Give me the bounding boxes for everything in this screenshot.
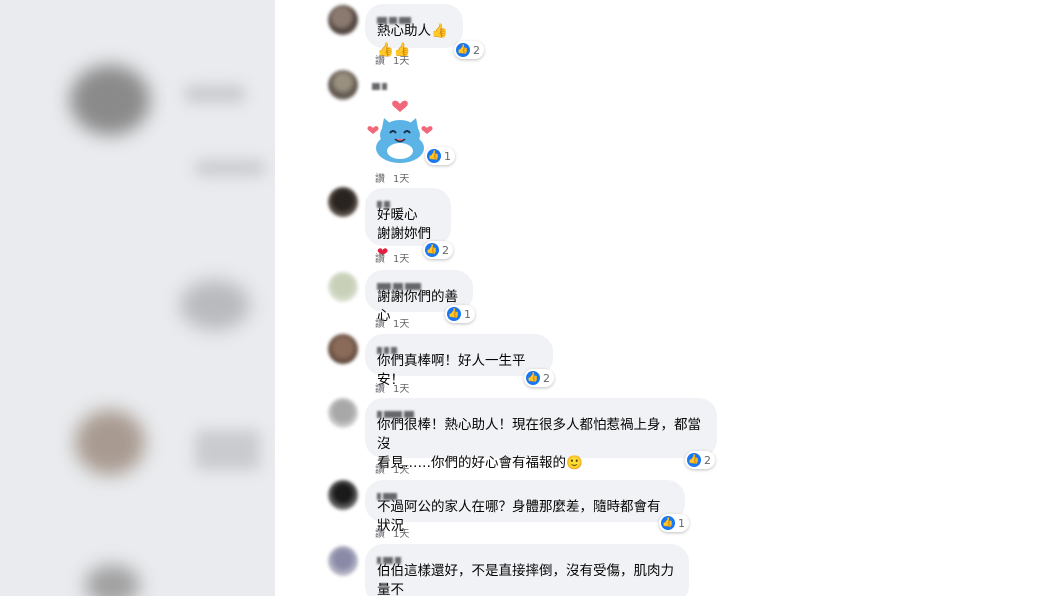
reaction-summary[interactable]: 👍 1 [445,305,475,323]
thumbs-up-icon: 👍 [447,307,461,321]
blurred-text [195,160,265,176]
comment-text: 你們很棒！熱心助人！現在很多人都怕惹禍上身，都當沒 看見……你們的好心會有福報的… [377,416,705,473]
like-link[interactable]: 讚 [375,384,385,395]
commenter-name[interactable] [377,10,451,24]
timestamp[interactable]: 1天 [393,319,409,330]
thumbs-up-icon: 👍 [456,43,470,57]
comment-bubble: 不過阿公的家人在哪？身體那麼差，隨時都會有狀況 [365,480,685,534]
like-link[interactable]: 讚 [375,529,385,540]
avatar[interactable] [328,398,358,428]
like-link[interactable]: 讚 [375,465,385,476]
commenter-name[interactable] [377,340,541,354]
thumbs-up-icon: 👍 [687,453,701,467]
reaction-summary[interactable]: 👍 1 [659,514,689,532]
blurred-text [195,430,260,470]
like-link[interactable]: 讚 [375,254,385,265]
blurred-avatar [75,410,145,475]
like-link[interactable]: 讚 [375,56,385,67]
comment-meta: 讚 1天 [375,380,417,395]
reaction-count: 1 [464,307,471,321]
comment-text: 不過阿公的家人在哪？身體那麼差，隨時都會有狀況 [377,499,661,534]
commenter-name[interactable] [377,486,673,500]
blurred-shape [180,280,250,330]
avatar[interactable] [328,5,358,35]
comment-meta: 讚 1天 [375,52,417,67]
comment-bubble: 你們很棒！熱心助人！現在很多人都怕惹禍上身，都當沒 看見……你們的好心會有福報的… [365,398,717,471]
reaction-count: 2 [704,453,711,467]
reaction-summary[interactable]: 👍 1 [425,147,455,165]
reaction-count: 2 [543,371,550,385]
timestamp[interactable]: 1天 [393,254,409,265]
comment-meta: 讚 1天 [375,170,417,185]
thumbs-up-icon: 👍 [526,371,540,385]
thumbs-up-icon: 👍 [425,243,439,257]
reaction-count: 1 [444,149,451,163]
reaction-count: 1 [678,516,685,530]
reaction-summary[interactable]: 👍 2 [423,241,453,259]
commenter-name[interactable] [372,76,389,90]
reaction-count: 2 [473,43,480,57]
commenter-name[interactable] [377,404,705,418]
blank-background-right [753,0,1060,596]
timestamp[interactable]: 1天 [393,174,409,185]
comment-text-body: 好暖心 謝謝妳們 [377,207,431,242]
avatar[interactable] [328,272,358,302]
comment-meta: 讚 1天 [375,461,417,476]
commenter-name[interactable] [377,276,461,290]
thumbs-up-icon: 👍 [661,516,675,530]
timestamp[interactable]: 1天 [393,56,409,67]
comment-bubble: 伯伯這樣還好，不是直接摔倒，沒有受傷，肌肉力量不 夠，慢慢扶起來沒事的。有熱心的… [365,544,689,596]
avatar[interactable] [328,187,358,217]
reaction-summary[interactable]: 👍 2 [685,451,715,469]
reaction-summary[interactable]: 👍 2 [524,369,554,387]
blurred-avatar [70,65,150,135]
blurred-background-left [0,0,275,596]
comment-bubble: 熱心助人👍👍👍 [365,4,463,58]
comment-feed: 熱心助人👍👍👍 👍 2 讚 1天 👍 1 讚 1天 好暖心 謝謝妳們❤ 👍 2 … [275,0,753,596]
avatar[interactable] [328,334,358,364]
like-link[interactable]: 讚 [375,174,385,185]
thumbs-up-icon: 👍 [427,149,441,163]
comment-bubble: 你們真棒啊！好人一生平安！ [365,334,553,388]
commenter-name[interactable] [377,194,439,208]
smile-emoji: 🙂 [566,455,583,471]
comment-bubble: 好暖心 謝謝妳們❤ [365,188,451,261]
comment-meta: 讚 1天 [375,525,417,540]
comment-meta: 讚 1天 [375,315,417,330]
timestamp[interactable]: 1天 [393,465,409,476]
blurred-avatar [85,565,140,596]
blurred-text [185,85,245,103]
comment-meta: 讚 1天 [375,250,417,265]
comment-text-body: 伯伯這樣還好，不是直接摔倒，沒有受傷，肌肉力量不 夠，慢慢扶起來沒事的。有熱心的… [377,563,674,596]
comment-text-body: 你們很棒！熱心助人！現在很多人都怕惹禍上身，都當沒 看見……你們的好心會有福報的 [377,417,701,471]
timestamp[interactable]: 1天 [393,529,409,540]
reaction-summary[interactable]: 👍 2 [454,41,484,59]
avatar[interactable] [328,546,358,576]
comment-text: 伯伯這樣還好，不是直接摔倒，沒有受傷，肌肉力量不 夠，慢慢扶起來沒事的。有熱心的… [377,562,677,596]
commenter-name[interactable] [377,550,677,564]
avatar[interactable] [328,70,358,100]
reaction-count: 2 [442,243,449,257]
like-link[interactable]: 讚 [375,319,385,330]
avatar[interactable] [328,480,358,510]
timestamp[interactable]: 1天 [393,384,409,395]
